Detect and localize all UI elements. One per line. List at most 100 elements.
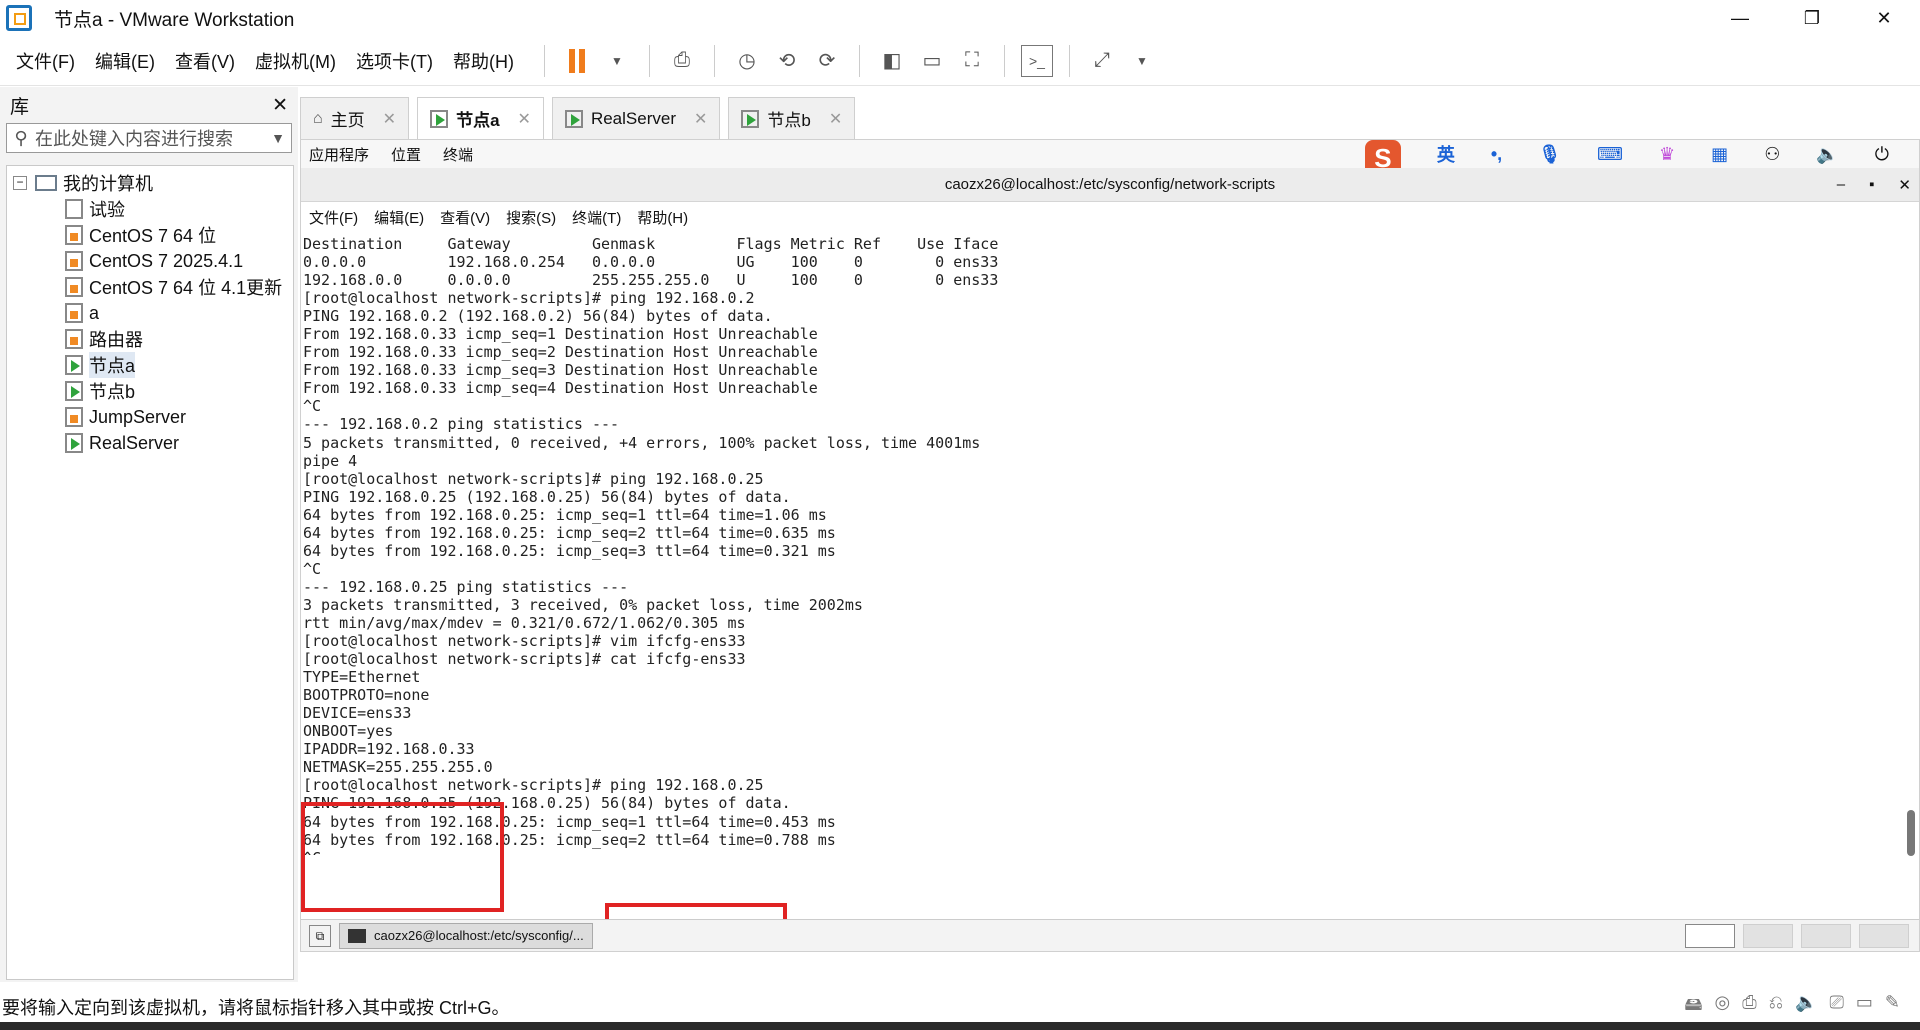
- tree-item-centos7-2025[interactable]: CentOS 7 2025.4.1: [7, 248, 293, 274]
- vm-icon: [65, 199, 83, 219]
- tree-item-centos7-41[interactable]: CentOS 7 64 位 4.1更新: [7, 274, 293, 300]
- tree-item-a[interactable]: a: [7, 300, 293, 326]
- keyboard-icon[interactable]: ⌨: [1597, 144, 1623, 165]
- terminal-line: PING 192.168.0.25 (192.168.0.25) 56(84) …: [303, 487, 791, 506]
- tab-home[interactable]: ⌂ 主页 ✕: [300, 97, 410, 139]
- maximize-icon[interactable]: ▪: [1869, 176, 1874, 194]
- printer-icon[interactable]: ⎚: [1829, 992, 1843, 1022]
- library-close-icon[interactable]: ✕: [272, 94, 288, 117]
- show-desktop-icon[interactable]: ⧉: [309, 924, 331, 947]
- tree-item-realserver[interactable]: RealServer: [7, 430, 293, 456]
- terminal-line: From 192.168.0.33 icmp_seq=4 Destination…: [303, 379, 818, 398]
- tab-realserver[interactable]: RealServer ✕: [551, 97, 721, 139]
- library-search[interactable]: ⚲ 在此处键入内容进行搜索 ▼: [6, 123, 292, 153]
- collapse-icon[interactable]: −: [13, 176, 27, 190]
- volume-icon[interactable]: 🔈: [1816, 144, 1838, 165]
- menu-tabs[interactable]: 选项卡(T): [356, 48, 433, 74]
- tree-item-router[interactable]: 路由器: [7, 326, 293, 352]
- microphone-icon[interactable]: 🎙: [1538, 144, 1561, 165]
- close-icon[interactable]: ✕: [1898, 176, 1911, 194]
- tab-node-a[interactable]: 节点a ✕: [417, 97, 544, 139]
- thumbnail-bar-icon[interactable]: ▭: [916, 45, 948, 77]
- menu-help[interactable]: 帮助(H): [453, 48, 514, 74]
- workspace-3[interactable]: [1801, 923, 1851, 948]
- taskbar-task-label: caozx26@localhost:/etc/sysconfig/...: [374, 928, 584, 943]
- title-bar: 节点a - VMware Workstation — ❐ ✕: [0, 0, 1920, 36]
- search-input[interactable]: 在此处键入内容进行搜索: [35, 125, 265, 151]
- terminal-line: TYPE=Ethernet: [303, 668, 421, 687]
- display-icon[interactable]: ▭: [1856, 992, 1873, 1022]
- terminal-line: ^C: [303, 397, 322, 416]
- workspace-1[interactable]: [1685, 923, 1735, 948]
- taskbar-terminal-task[interactable]: caozx26@localhost:/etc/sysconfig/...: [339, 922, 593, 949]
- power-icon[interactable]: ⏻: [1875, 144, 1889, 165]
- tree-item-node-b[interactable]: 节点b: [7, 378, 293, 404]
- close-icon[interactable]: ✕: [518, 109, 531, 129]
- tree-item-centos7-64[interactable]: CentOS 7 64 位: [7, 222, 293, 248]
- terminal-line: 64 bytes from 192.168.0.25: icmp_seq=1 t…: [303, 812, 836, 831]
- terminal-output[interactable]: Destination Gateway Genmask Flags Metric…: [303, 235, 1899, 855]
- network-icon[interactable]: ⚇: [1764, 144, 1780, 165]
- toolbar-separator: [648, 44, 650, 77]
- usb-icon[interactable]: ⎌: [1769, 992, 1783, 1022]
- send-ctrl-alt-del-icon[interactable]: ⎙: [666, 45, 698, 77]
- menu-vm[interactable]: 虚拟机(M): [255, 48, 336, 74]
- menu-view[interactable]: 查看(V): [175, 48, 235, 74]
- workspace-2[interactable]: [1743, 923, 1793, 948]
- minimize-icon[interactable]: –: [1837, 176, 1845, 194]
- revert-snapshot-icon[interactable]: ⟲: [771, 45, 803, 77]
- terminal-menu-help[interactable]: 帮助(H): [637, 207, 688, 228]
- close-window-button[interactable]: ✕: [1848, 0, 1920, 36]
- toolbar-separator: [543, 44, 545, 77]
- workspace-4[interactable]: [1859, 923, 1909, 948]
- close-icon[interactable]: ✕: [383, 109, 396, 129]
- full-screen-icon[interactable]: ⛶: [956, 45, 988, 77]
- guest-menu-places[interactable]: 位置: [391, 144, 421, 165]
- ime-language[interactable]: 英: [1437, 141, 1455, 167]
- minimize-button[interactable]: —: [1704, 0, 1776, 36]
- guest-menu-apps[interactable]: 应用程序: [309, 144, 369, 165]
- snapshot-icon[interactable]: ◷: [731, 45, 763, 77]
- chevron-down-icon[interactable]: ▼: [265, 130, 291, 146]
- terminal-title: caozx26@localhost:/etc/sysconfig/network…: [944, 176, 1276, 193]
- terminal-menu-terminal[interactable]: 终端(T): [572, 207, 621, 228]
- show-library-icon[interactable]: ◧: [876, 45, 908, 77]
- terminal-line: [root@localhost network-scripts]# ping 1…: [303, 469, 764, 488]
- tree-item-shiyan[interactable]: 试验: [7, 196, 293, 222]
- tree-item-label: RealServer: [89, 432, 180, 453]
- toolbox-icon[interactable]: ▦: [1711, 144, 1728, 165]
- workspace-switcher: [1685, 923, 1909, 948]
- tree-root-my-computer[interactable]: − 我的计算机: [7, 170, 293, 196]
- vm-console[interactable]: 应用程序 位置 终端 S 英 •, 🎙 ⌨ ♛ ▦ ⚇ 🔈 ⏻ caozx26@…: [300, 139, 1920, 952]
- tree-item-node-a[interactable]: 节点a: [7, 352, 293, 378]
- scrollbar-thumb[interactable]: [1907, 810, 1915, 856]
- punctuation-icon[interactable]: •,: [1491, 144, 1502, 165]
- tree-item-jumpserver[interactable]: JumpServer: [7, 404, 293, 430]
- pause-icon[interactable]: [561, 45, 593, 77]
- console-view-icon[interactable]: >_: [1020, 44, 1053, 77]
- close-icon[interactable]: ✕: [829, 109, 842, 129]
- terminal-menu-file[interactable]: 文件(F): [309, 207, 358, 228]
- tab-node-b[interactable]: 节点b ✕: [728, 97, 856, 139]
- chevron-down-icon[interactable]: ▼: [1126, 45, 1158, 77]
- restore-button[interactable]: ❐: [1776, 0, 1848, 36]
- guest-menu-terminal[interactable]: 终端: [443, 144, 473, 165]
- sound-icon[interactable]: 🔈: [1795, 992, 1817, 1022]
- skin-icon[interactable]: ♛: [1659, 144, 1675, 165]
- terminal-scrollbar[interactable]: [1907, 236, 1915, 856]
- terminal-menu-edit[interactable]: 编辑(E): [374, 207, 424, 228]
- library-tree: − 我的计算机 试验 CentOS 7 64 位 CentOS 7 2025.4…: [6, 165, 294, 980]
- snapshot-manager-icon[interactable]: ⟳: [811, 45, 843, 77]
- message-log-icon[interactable]: ✎: [1885, 992, 1900, 1022]
- hard-disk-icon[interactable]: 🖴: [1684, 992, 1702, 1022]
- chevron-down-icon[interactable]: ▼: [601, 45, 633, 77]
- cd-dvd-icon[interactable]: ◎: [1715, 992, 1731, 1022]
- terminal-menu-search[interactable]: 搜索(S): [506, 207, 556, 228]
- stretch-icon[interactable]: ⤢: [1086, 45, 1118, 77]
- tab-label: RealServer: [590, 108, 676, 128]
- menu-file[interactable]: 文件(F): [16, 48, 75, 74]
- network-adapter-icon[interactable]: ⎙: [1742, 992, 1756, 1022]
- close-icon[interactable]: ✕: [694, 109, 707, 129]
- menu-edit[interactable]: 编辑(E): [95, 48, 155, 74]
- terminal-menu-view[interactable]: 查看(V): [440, 207, 490, 228]
